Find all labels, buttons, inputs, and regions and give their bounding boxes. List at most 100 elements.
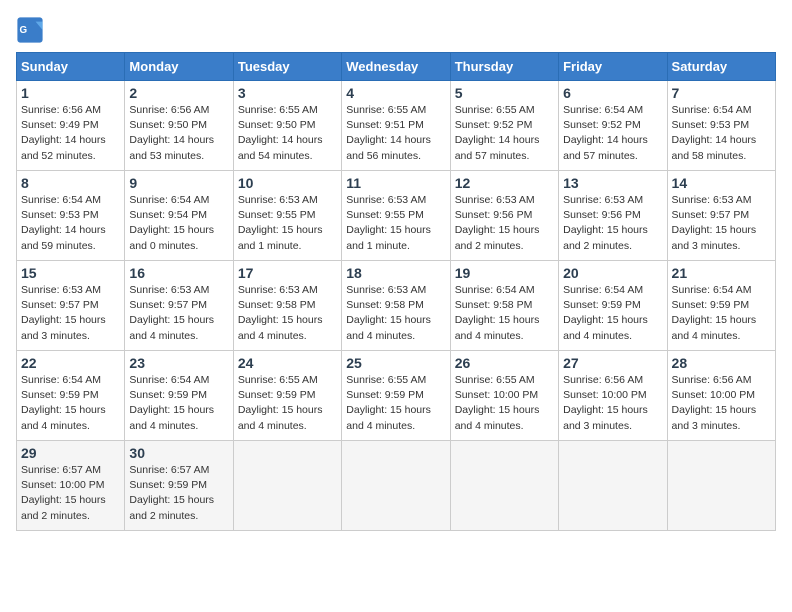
day-info: Sunrise: 6:56 AM Sunset: 9:50 PM Dayligh… xyxy=(129,103,228,164)
day-info: Sunrise: 6:55 AM Sunset: 9:59 PM Dayligh… xyxy=(346,373,445,434)
day-number: 6 xyxy=(563,85,662,101)
day-number: 5 xyxy=(455,85,554,101)
calendar-cell xyxy=(450,441,558,531)
svg-text:G: G xyxy=(20,25,28,36)
logo: G xyxy=(16,16,48,44)
calendar-cell: 29 Sunrise: 6:57 AM Sunset: 10:00 PM Dayl… xyxy=(17,441,125,531)
day-info: Sunrise: 6:57 AM Sunset: 10:00 PM Daylig… xyxy=(21,463,120,524)
calendar-cell: 17 Sunrise: 6:53 AM Sunset: 9:58 PM Dayli… xyxy=(233,261,341,351)
day-info: Sunrise: 6:53 AM Sunset: 9:57 PM Dayligh… xyxy=(672,193,771,254)
day-info: Sunrise: 6:55 AM Sunset: 9:51 PM Dayligh… xyxy=(346,103,445,164)
day-info: Sunrise: 6:56 AM Sunset: 10:00 PM Daylig… xyxy=(672,373,771,434)
calendar-cell: 16 Sunrise: 6:53 AM Sunset: 9:57 PM Dayli… xyxy=(125,261,233,351)
day-number: 7 xyxy=(672,85,771,101)
day-number: 25 xyxy=(346,355,445,371)
calendar-cell: 13 Sunrise: 6:53 AM Sunset: 9:56 PM Dayli… xyxy=(559,171,667,261)
calendar-cell xyxy=(667,441,775,531)
calendar-cell: 9Sunrise: 6:54 AM Sunset: 9:54 PM Daylig… xyxy=(125,171,233,261)
calendar-cell: 22 Sunrise: 6:54 AM Sunset: 9:59 PM Dayli… xyxy=(17,351,125,441)
day-info: Sunrise: 6:53 AM Sunset: 9:57 PM Dayligh… xyxy=(21,283,120,344)
calendar-cell: 1 Sunrise: 6:56 AM Sunset: 9:49 PM Daylig… xyxy=(17,81,125,171)
day-info: Sunrise: 6:53 AM Sunset: 9:56 PM Dayligh… xyxy=(563,193,662,254)
calendar-cell: 11 Sunrise: 6:53 AM Sunset: 9:55 PM Dayli… xyxy=(342,171,450,261)
calendar-cell: 10Sunrise: 6:53 AM Sunset: 9:55 PM Dayli… xyxy=(233,171,341,261)
calendar-week-row: 29 Sunrise: 6:57 AM Sunset: 10:00 PM Dayl… xyxy=(17,441,776,531)
day-number: 26 xyxy=(455,355,554,371)
day-info: Sunrise: 6:54 AM Sunset: 9:52 PM Dayligh… xyxy=(563,103,662,164)
calendar-cell xyxy=(233,441,341,531)
day-number: 18 xyxy=(346,265,445,281)
calendar-cell: 27 Sunrise: 6:56 AM Sunset: 10:00 PM Dayl… xyxy=(559,351,667,441)
day-info: Sunrise: 6:54 AM Sunset: 9:59 PM Dayligh… xyxy=(129,373,228,434)
day-number: 13 xyxy=(563,175,662,191)
calendar-cell: 30Sunrise: 6:57 AM Sunset: 9:59 PM Dayli… xyxy=(125,441,233,531)
day-number: 1 xyxy=(21,85,120,101)
day-number: 12 xyxy=(455,175,554,191)
day-info: Sunrise: 6:53 AM Sunset: 9:56 PM Dayligh… xyxy=(455,193,554,254)
day-number: 27 xyxy=(563,355,662,371)
calendar-cell xyxy=(342,441,450,531)
day-info: Sunrise: 6:55 AM Sunset: 10:00 PM Daylig… xyxy=(455,373,554,434)
day-info: Sunrise: 6:54 AM Sunset: 9:58 PM Dayligh… xyxy=(455,283,554,344)
day-number: 17 xyxy=(238,265,337,281)
day-number: 8 xyxy=(21,175,120,191)
day-number: 11 xyxy=(346,175,445,191)
day-number: 19 xyxy=(455,265,554,281)
calendar-cell: 2Sunrise: 6:56 AM Sunset: 9:50 PM Daylig… xyxy=(125,81,233,171)
calendar-cell: 4 Sunrise: 6:55 AM Sunset: 9:51 PM Daylig… xyxy=(342,81,450,171)
day-info: Sunrise: 6:55 AM Sunset: 9:59 PM Dayligh… xyxy=(238,373,337,434)
col-header-wednesday: Wednesday xyxy=(342,53,450,81)
col-header-saturday: Saturday xyxy=(667,53,775,81)
day-info: Sunrise: 6:55 AM Sunset: 9:50 PM Dayligh… xyxy=(238,103,337,164)
day-info: Sunrise: 6:53 AM Sunset: 9:58 PM Dayligh… xyxy=(346,283,445,344)
calendar-week-row: 8 Sunrise: 6:54 AM Sunset: 9:53 PM Daylig… xyxy=(17,171,776,261)
day-number: 3 xyxy=(238,85,337,101)
day-info: Sunrise: 6:53 AM Sunset: 9:55 PM Dayligh… xyxy=(346,193,445,254)
day-info: Sunrise: 6:54 AM Sunset: 9:59 PM Dayligh… xyxy=(21,373,120,434)
day-number: 14 xyxy=(672,175,771,191)
calendar-week-row: 15 Sunrise: 6:53 AM Sunset: 9:57 PM Dayli… xyxy=(17,261,776,351)
calendar-cell: 20 Sunrise: 6:54 AM Sunset: 9:59 PM Dayli… xyxy=(559,261,667,351)
day-info: Sunrise: 6:54 AM Sunset: 9:59 PM Dayligh… xyxy=(563,283,662,344)
day-info: Sunrise: 6:56 AM Sunset: 10:00 PM Daylig… xyxy=(563,373,662,434)
calendar-cell: 25 Sunrise: 6:55 AM Sunset: 9:59 PM Dayli… xyxy=(342,351,450,441)
logo-icon: G xyxy=(16,16,44,44)
calendar-cell: 19 Sunrise: 6:54 AM Sunset: 9:58 PM Dayli… xyxy=(450,261,558,351)
calendar-cell: 5 Sunrise: 6:55 AM Sunset: 9:52 PM Daylig… xyxy=(450,81,558,171)
day-number: 29 xyxy=(21,445,120,461)
day-info: Sunrise: 6:53 AM Sunset: 9:57 PM Dayligh… xyxy=(129,283,228,344)
calendar-cell: 23Sunrise: 6:54 AM Sunset: 9:59 PM Dayli… xyxy=(125,351,233,441)
day-number: 28 xyxy=(672,355,771,371)
col-header-friday: Friday xyxy=(559,53,667,81)
day-info: Sunrise: 6:54 AM Sunset: 9:54 PM Dayligh… xyxy=(129,193,228,254)
day-number: 16 xyxy=(129,265,228,281)
day-number: 22 xyxy=(21,355,120,371)
day-number: 20 xyxy=(563,265,662,281)
day-number: 15 xyxy=(21,265,120,281)
col-header-thursday: Thursday xyxy=(450,53,558,81)
calendar-table: SundayMondayTuesdayWednesdayThursdayFrid… xyxy=(16,52,776,531)
day-info: Sunrise: 6:54 AM Sunset: 9:53 PM Dayligh… xyxy=(672,103,771,164)
calendar-cell: 28 Sunrise: 6:56 AM Sunset: 10:00 PM Dayl… xyxy=(667,351,775,441)
calendar-week-row: 1 Sunrise: 6:56 AM Sunset: 9:49 PM Daylig… xyxy=(17,81,776,171)
day-info: Sunrise: 6:53 AM Sunset: 9:58 PM Dayligh… xyxy=(238,283,337,344)
day-info: Sunrise: 6:54 AM Sunset: 9:59 PM Dayligh… xyxy=(672,283,771,344)
calendar-cell: 14 Sunrise: 6:53 AM Sunset: 9:57 PM Dayli… xyxy=(667,171,775,261)
calendar-cell: 7 Sunrise: 6:54 AM Sunset: 9:53 PM Daylig… xyxy=(667,81,775,171)
calendar-cell: 3 Sunrise: 6:55 AM Sunset: 9:50 PM Daylig… xyxy=(233,81,341,171)
calendar-cell: 26 Sunrise: 6:55 AM Sunset: 10:00 PM Dayl… xyxy=(450,351,558,441)
calendar-cell: 6 Sunrise: 6:54 AM Sunset: 9:52 PM Daylig… xyxy=(559,81,667,171)
calendar-cell: 8 Sunrise: 6:54 AM Sunset: 9:53 PM Daylig… xyxy=(17,171,125,261)
day-info: Sunrise: 6:53 AM Sunset: 9:55 PM Dayligh… xyxy=(238,193,337,254)
calendar-cell: 21Sunrise: 6:54 AM Sunset: 9:59 PM Dayli… xyxy=(667,261,775,351)
day-info: Sunrise: 6:57 AM Sunset: 9:59 PM Dayligh… xyxy=(129,463,228,524)
calendar-cell: 18 Sunrise: 6:53 AM Sunset: 9:58 PM Dayli… xyxy=(342,261,450,351)
day-info: Sunrise: 6:55 AM Sunset: 9:52 PM Dayligh… xyxy=(455,103,554,164)
day-info: Sunrise: 6:56 AM Sunset: 9:49 PM Dayligh… xyxy=(21,103,120,164)
col-header-tuesday: Tuesday xyxy=(233,53,341,81)
day-number: 4 xyxy=(346,85,445,101)
day-number: 24 xyxy=(238,355,337,371)
calendar-cell: 24 Sunrise: 6:55 AM Sunset: 9:59 PM Dayli… xyxy=(233,351,341,441)
col-header-monday: Monday xyxy=(125,53,233,81)
day-info: Sunrise: 6:54 AM Sunset: 9:53 PM Dayligh… xyxy=(21,193,120,254)
